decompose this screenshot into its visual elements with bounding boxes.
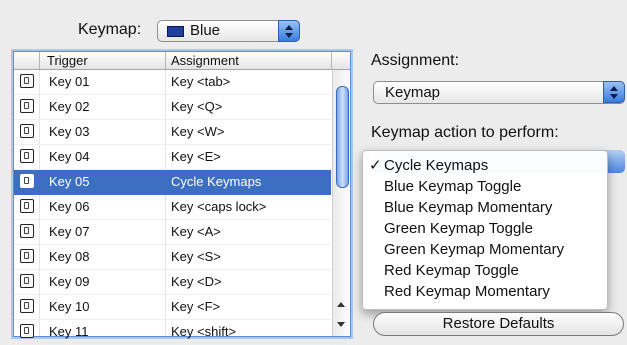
assignment-cell: Key <E> xyxy=(171,149,221,164)
restore-defaults-button[interactable]: Restore Defaults xyxy=(373,312,624,336)
table-row[interactable]: Key 02 Key <Q> xyxy=(14,95,331,120)
table-row[interactable]: Key 07 Key <A> xyxy=(14,220,331,245)
assignment-cell: Key <A> xyxy=(171,224,221,239)
assignment-cell: Cycle Keymaps xyxy=(171,174,262,189)
menu-item-label: Red Keymap Momentary xyxy=(384,283,550,300)
assignment-cell: Key <S> xyxy=(171,249,221,264)
key-icon xyxy=(20,74,34,88)
table-row[interactable]: Key 01 Key <tab> xyxy=(14,70,331,95)
scroll-thumb[interactable] xyxy=(336,86,349,188)
key-icon xyxy=(20,149,34,163)
trigger-cell: Key 05 xyxy=(49,174,90,189)
menu-item-label: Cycle Keymaps xyxy=(384,157,489,174)
menu-item[interactable]: Blue Keymap Momentary xyxy=(363,197,607,218)
menu-item[interactable]: Red Keymap Momentary xyxy=(363,281,607,302)
key-icon xyxy=(20,124,34,138)
action-label: Keymap action to perform: xyxy=(371,124,559,141)
action-dropdown-menu: ✓ Cycle Keymaps Blue Keymap Toggle Blue Key… xyxy=(362,150,608,310)
menu-item[interactable]: Blue Keymap Toggle xyxy=(363,176,607,197)
trigger-cell: Key 04 xyxy=(49,149,90,164)
scroll-down-arrow-icon[interactable] xyxy=(337,322,345,327)
trigger-cell: Key 08 xyxy=(49,249,90,264)
assignment-popup[interactable]: Keymap xyxy=(373,81,625,104)
table-row[interactable]: Key 10 Key <F> xyxy=(14,295,331,320)
checkmark-icon: ✓ xyxy=(369,157,382,174)
blue-color-swatch-icon xyxy=(167,26,184,37)
trigger-cell: Key 11 xyxy=(49,324,89,339)
table-row[interactable]: Key 11 Key <shift> xyxy=(14,320,331,345)
popup-arrows-icon[interactable] xyxy=(278,20,300,42)
column-header-trigger[interactable]: Trigger xyxy=(47,53,88,68)
menu-item[interactable]: Green Keymap Momentary xyxy=(363,239,607,260)
key-icon xyxy=(20,249,34,263)
key-icon xyxy=(20,99,34,113)
key-icon xyxy=(20,174,34,188)
menu-item[interactable]: ✓ Cycle Keymaps xyxy=(363,155,607,176)
scroll-up-arrow-icon[interactable] xyxy=(337,302,345,307)
key-icon xyxy=(20,199,34,213)
assignment-cell: Key <W> xyxy=(171,124,225,139)
trigger-cell: Key 01 xyxy=(49,74,90,89)
menu-item-label: Blue Keymap Toggle xyxy=(384,178,522,195)
assignment-label: Assignment: xyxy=(371,52,460,69)
trigger-assignment-table: Trigger Assignment Key 01 Key <tab> Key 02… xyxy=(13,51,351,345)
trigger-cell: Key 10 xyxy=(49,299,90,314)
vertical-scrollbar[interactable] xyxy=(332,70,350,336)
menu-item-label: Green Keymap Toggle xyxy=(384,220,533,237)
table-row[interactable]: Key 09 Key <D> xyxy=(14,270,331,295)
menu-item-label: Red Keymap Toggle xyxy=(384,262,519,279)
key-icon xyxy=(20,324,34,338)
table-rows: Key 01 Key <tab> Key 02 Key <Q> Key 03 Key <W… xyxy=(14,70,331,345)
key-icon xyxy=(20,274,34,288)
assignment-selected-value: Keymap xyxy=(385,84,441,101)
assignment-cell: Key <D> xyxy=(171,274,222,289)
table-row[interactable]: Key 05 Cycle Keymaps xyxy=(14,170,331,195)
table-row[interactable]: Key 06 Key <caps lock> xyxy=(14,195,331,220)
trigger-cell: Key 02 xyxy=(49,99,90,114)
assignment-cell: Key <Q> xyxy=(171,99,223,114)
trigger-cell: Key 06 xyxy=(49,199,90,214)
menu-item[interactable]: Red Keymap Toggle xyxy=(363,260,607,281)
keymap-selected-value: Blue xyxy=(190,22,221,39)
assignment-cell: Key <caps lock> xyxy=(171,199,267,214)
table-row[interactable]: Key 04 Key <E> xyxy=(14,145,331,170)
assignment-cell: Key <tab> xyxy=(171,74,231,89)
trigger-cell: Key 09 xyxy=(49,274,90,289)
keymap-label: Keymap: xyxy=(78,21,142,38)
assignment-cell: Key <F> xyxy=(171,299,221,314)
menu-item-label: Blue Keymap Momentary xyxy=(384,199,553,216)
key-icon xyxy=(20,224,34,238)
menu-item[interactable]: Green Keymap Toggle xyxy=(363,218,607,239)
column-header-assignment[interactable]: Assignment xyxy=(171,53,239,68)
key-icon xyxy=(20,299,34,313)
keymap-popup[interactable]: Blue xyxy=(157,20,300,42)
menu-item-label: Green Keymap Momentary xyxy=(384,241,565,258)
popup-arrows-icon[interactable] xyxy=(603,81,625,103)
table-row[interactable]: Key 08 Key <S> xyxy=(14,245,331,270)
assignment-cell: Key <shift> xyxy=(171,324,237,339)
table-header: Trigger Assignment xyxy=(14,52,350,70)
trigger-cell: Key 03 xyxy=(49,124,90,139)
table-row[interactable]: Key 03 Key <W> xyxy=(14,120,331,145)
trigger-cell: Key 07 xyxy=(49,224,90,239)
